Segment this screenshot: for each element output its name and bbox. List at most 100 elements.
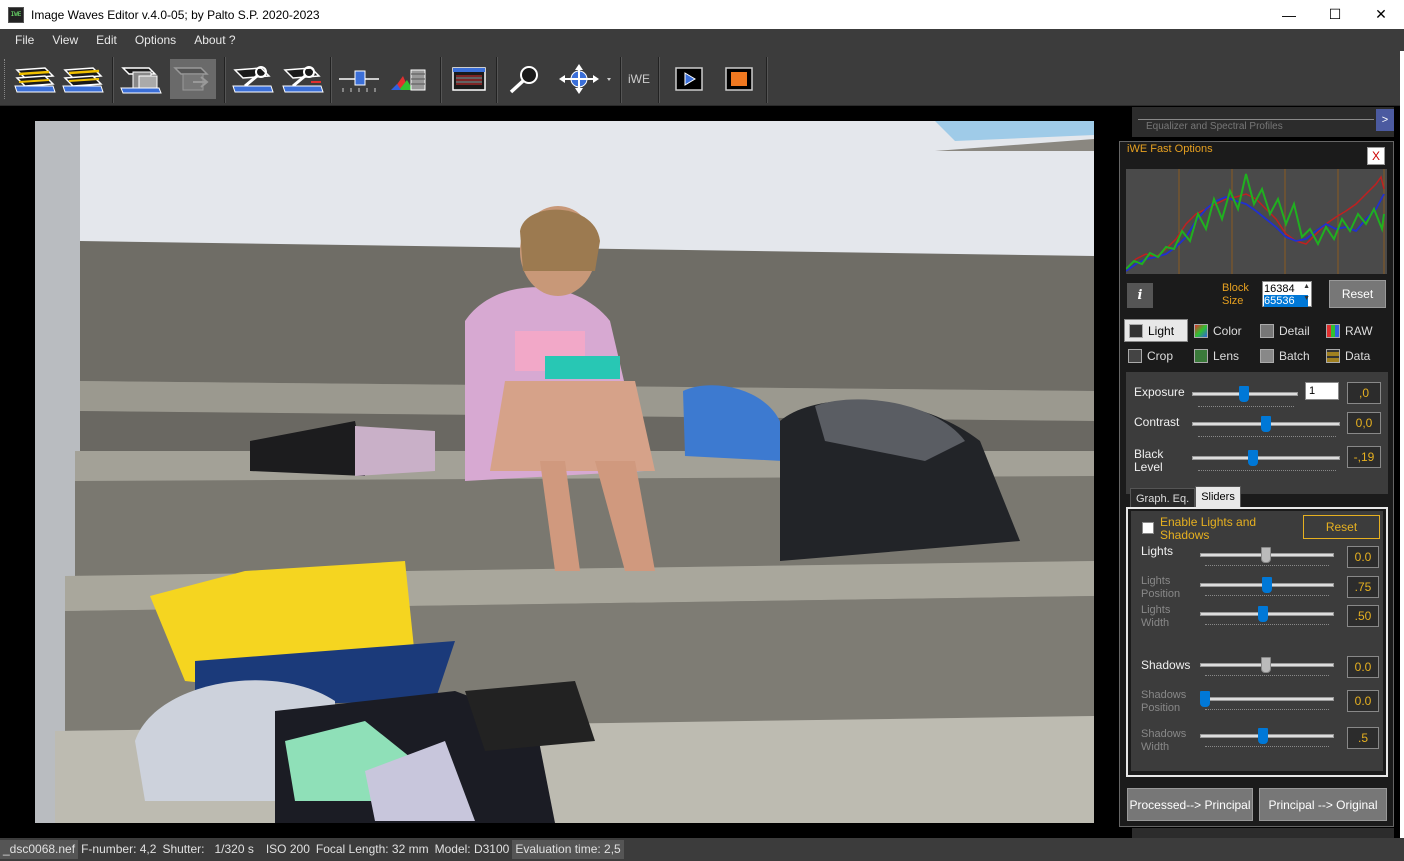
exposure-row: Exposure 1 ,0 <box>1126 380 1388 410</box>
toolbar-separator <box>620 57 622 103</box>
slider-settings-icon[interactable] <box>336 59 382 99</box>
tab-crop[interactable]: Crop <box>1124 344 1188 367</box>
iwe-button[interactable]: iWE <box>624 59 654 99</box>
block-size-spinner[interactable]: 16384 65536 ▲ ▼ <box>1262 281 1312 307</box>
shadows-width-thumb[interactable] <box>1258 728 1268 744</box>
tab-raw[interactable]: RAW <box>1322 319 1386 342</box>
info-button[interactable]: i <box>1127 283 1153 308</box>
layers-icon[interactable] <box>118 59 164 99</box>
stop-icon[interactable] <box>716 59 762 99</box>
color-levels-icon[interactable] <box>386 59 432 99</box>
title-bar: IWE Image Waves Editor v.4.0-05; by Palt… <box>0 0 1404 29</box>
equalizer-header: Equalizer and Spectral Profiles > <box>1132 107 1394 137</box>
menu-file[interactable]: File <box>6 29 43 51</box>
minimize-button[interactable]: — <box>1266 0 1312 29</box>
open-image-icon[interactable] <box>12 59 58 99</box>
status-shutter-value: 1/320 s <box>214 842 254 856</box>
black-level-value[interactable]: -,19 <box>1347 446 1381 468</box>
tab-light[interactable]: Light <box>1124 319 1188 342</box>
equalizer-expand-button[interactable]: > <box>1376 109 1394 131</box>
exposure-value[interactable]: ,0 <box>1347 382 1381 404</box>
toolbar-separator <box>496 57 498 103</box>
shadows-position-thumb[interactable] <box>1200 691 1210 707</box>
contrast-thumb[interactable] <box>1261 416 1271 432</box>
status-focal: Focal Length: 32 mm <box>315 842 429 856</box>
photo-image[interactable] <box>35 121 1094 823</box>
histogram-window-icon[interactable] <box>446 59 492 99</box>
ls-reset-button[interactable]: Reset <box>1303 515 1380 539</box>
export-icon[interactable] <box>170 59 216 99</box>
lights-width-thumb[interactable] <box>1258 606 1268 622</box>
shadows-position-row: Shadows Position 0.0 <box>1131 685 1383 715</box>
exposure-thumb[interactable] <box>1239 386 1249 402</box>
tab-graph-eq[interactable]: Graph. Eq. <box>1130 488 1196 508</box>
lights-position-row: Lights Position .75 <box>1131 571 1383 601</box>
exposure-step-spinner[interactable]: 1 <box>1305 382 1339 400</box>
zoom-icon[interactable] <box>502 59 548 99</box>
black-level-thumb[interactable] <box>1248 450 1258 466</box>
lights-width-line1: Lights <box>1141 604 1171 616</box>
shadows-label: Shadows <box>1141 658 1191 672</box>
data-icon <box>1326 348 1340 363</box>
play-icon[interactable] <box>666 59 712 99</box>
maximize-button[interactable]: ☐ <box>1312 0 1358 29</box>
toolbar-separator <box>440 57 442 103</box>
shadows-position-line2: Position <box>1141 702 1181 714</box>
tab-label: Color <box>1213 323 1242 338</box>
toolbar-separator <box>766 57 768 103</box>
shadows-position-value[interactable]: 0.0 <box>1347 690 1379 712</box>
close-button[interactable]: ✕ <box>1358 0 1404 29</box>
processed-to-principal-button[interactable]: Processed--> Principal <box>1127 788 1253 821</box>
menu-options[interactable]: Options <box>126 29 185 51</box>
enable-ls-checkbox[interactable] <box>1142 522 1154 534</box>
window-edge <box>1400 51 1404 861</box>
repair-tools-icon[interactable] <box>280 59 326 99</box>
lights-shadows-inner: Enable Lights and Shadows Reset Lights 0… <box>1131 511 1383 771</box>
contrast-value[interactable]: 0,0 <box>1347 412 1381 434</box>
batch-icon <box>1260 348 1274 363</box>
tab-detail[interactable]: Detail <box>1256 319 1320 342</box>
lights-label: Lights <box>1141 544 1174 558</box>
shadows-width-row: Shadows Width .5 <box>1131 724 1383 754</box>
spin-down-icon[interactable]: ▼ <box>1303 295 1310 302</box>
block-reset-button[interactable]: Reset <box>1329 280 1386 308</box>
lights-thumb[interactable] <box>1261 547 1271 563</box>
lights-position-value[interactable]: .75 <box>1347 576 1379 598</box>
lights-width-value[interactable]: .50 <box>1347 605 1379 627</box>
save-image-icon[interactable] <box>60 59 106 99</box>
menu-edit[interactable]: Edit <box>87 29 126 51</box>
tab-lens[interactable]: Lens <box>1190 344 1254 367</box>
tab-sliders[interactable]: Sliders <box>1195 486 1241 508</box>
tab-batch[interactable]: Batch <box>1256 344 1320 367</box>
toolbar: iWE <box>0 51 1404 106</box>
color-icon <box>1194 323 1208 338</box>
shadows-width-value[interactable]: .5 <box>1347 727 1379 749</box>
black-level-track[interactable] <box>1192 456 1340 460</box>
shadows-position-track[interactable] <box>1200 697 1334 701</box>
shadows-value[interactable]: 0.0 <box>1347 656 1379 678</box>
navigate-move-icon[interactable] <box>552 59 616 99</box>
shadows-thumb[interactable] <box>1261 657 1271 673</box>
lights-position-thumb[interactable] <box>1262 577 1272 593</box>
enable-ls-label: Enable Lights and Shadows <box>1160 515 1257 542</box>
status-iso: ISO 200 <box>265 842 310 856</box>
lights-value[interactable]: 0.0 <box>1347 546 1379 568</box>
tab-data[interactable]: Data <box>1322 344 1386 367</box>
toolbar-grip[interactable] <box>4 59 7 99</box>
size-value[interactable]: 65536 <box>1264 295 1308 307</box>
shadows-row: Shadows 0.0 <box>1131 655 1383 685</box>
tab-label: Batch <box>1279 348 1310 363</box>
menu-view[interactable]: View <box>43 29 87 51</box>
panel-close-button[interactable]: X <box>1367 147 1385 165</box>
spin-up-icon[interactable]: ▲ <box>1303 283 1310 290</box>
adjust-tools-icon[interactable] <box>230 59 276 99</box>
shadows-position-ticks <box>1205 709 1329 710</box>
menu-about[interactable]: About ? <box>185 29 244 51</box>
tab-color[interactable]: Color <box>1190 319 1254 342</box>
level-label: Level <box>1134 460 1163 474</box>
contrast-row: Contrast 0,0 <box>1126 410 1388 440</box>
black-level-row: Black Level -,19 <box>1126 444 1388 474</box>
block-value[interactable]: 16384 <box>1264 283 1308 295</box>
toolbar-separator <box>112 57 114 103</box>
principal-to-original-button[interactable]: Principal --> Original <box>1259 788 1387 821</box>
